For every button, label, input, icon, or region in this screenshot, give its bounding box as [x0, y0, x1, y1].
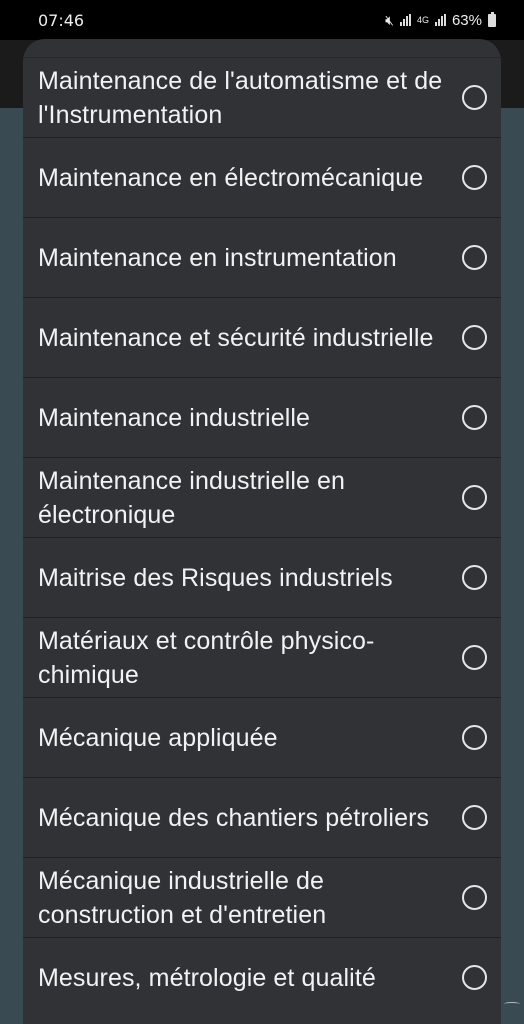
radio-button[interactable] — [462, 485, 487, 510]
option-label: Mesures, métrologie et qualité — [38, 963, 376, 992]
mute-icon: 🔇︎ — [385, 11, 394, 28]
page-backdrop-edge-right — [498, 108, 524, 1024]
radio-button[interactable] — [462, 85, 487, 110]
battery-icon — [488, 11, 496, 27]
option-label: Maintenance en électromécanique — [38, 163, 424, 192]
option-item[interactable]: Matériaux et contrôle physico-chimique — [23, 617, 501, 697]
option-label: Matériaux et contrôle physico-chimique — [38, 626, 375, 689]
option-item[interactable]: Maintenance de l'automatisme et de l'Ins… — [23, 57, 501, 137]
radio-button[interactable] — [462, 165, 487, 190]
radio-button[interactable] — [462, 965, 487, 990]
network-type: 4G — [416, 14, 429, 25]
option-item[interactable]: Mécanique industrielle de construction e… — [23, 857, 501, 937]
option-item[interactable]: Maintenance et sécurité industrielle — [23, 297, 501, 377]
option-label: Mécanique des chantiers pétroliers — [38, 803, 430, 832]
selection-dialog: Maintenance de l'automatisme et de l'Ins… — [23, 39, 501, 1024]
radio-button[interactable] — [462, 405, 487, 430]
status-bar: 07:46 🔇︎ 4G 63% — [0, 0, 524, 40]
option-label: Maintenance de l'automatisme et de l'Ins… — [38, 66, 443, 129]
radio-button[interactable] — [462, 885, 487, 910]
option-item[interactable]: Mécanique appliquée — [23, 697, 501, 777]
status-icons: 🔇︎ 4G 63% — [385, 11, 496, 29]
radio-button[interactable] — [462, 805, 487, 830]
option-label: Mécanique appliquée — [38, 723, 278, 752]
option-item[interactable]: Maitrise des Risques industriels — [23, 537, 501, 617]
option-label: Mécanique industrielle de construction e… — [38, 866, 327, 929]
radio-button[interactable] — [462, 245, 487, 270]
radio-button[interactable] — [462, 325, 487, 350]
radio-button[interactable] — [462, 725, 487, 750]
radio-button[interactable] — [462, 645, 487, 670]
option-label: Maitrise des Risques industriels — [38, 563, 393, 592]
status-time: 07:46 — [38, 10, 85, 30]
signal-icon — [399, 14, 411, 26]
option-label: Maintenance industrielle — [38, 403, 311, 432]
option-label: Maintenance en instrumentation — [38, 243, 397, 272]
option-item[interactable]: Mécanique des chantiers pétroliers — [23, 777, 501, 857]
option-item[interactable]: Maintenance industrielle — [23, 377, 501, 457]
option-label: Maintenance et sécurité industrielle — [38, 323, 434, 352]
signal-icon-2 — [434, 14, 446, 26]
option-list: Maintenance de l'automatisme et de l'Ins… — [23, 57, 501, 1017]
option-item[interactable]: Maintenance industrielle en électronique — [23, 457, 501, 537]
option-item[interactable]: Maintenance en électromécanique — [23, 137, 501, 217]
option-item[interactable]: Maintenance en instrumentation — [23, 217, 501, 297]
option-item[interactable]: Mesures, métrologie et qualité — [23, 937, 501, 1017]
option-label: Maintenance industrielle en électronique — [38, 466, 346, 529]
battery-percent: 63% — [451, 11, 482, 29]
nav-gesture-hint — [504, 1002, 520, 1006]
radio-button[interactable] — [462, 565, 487, 590]
